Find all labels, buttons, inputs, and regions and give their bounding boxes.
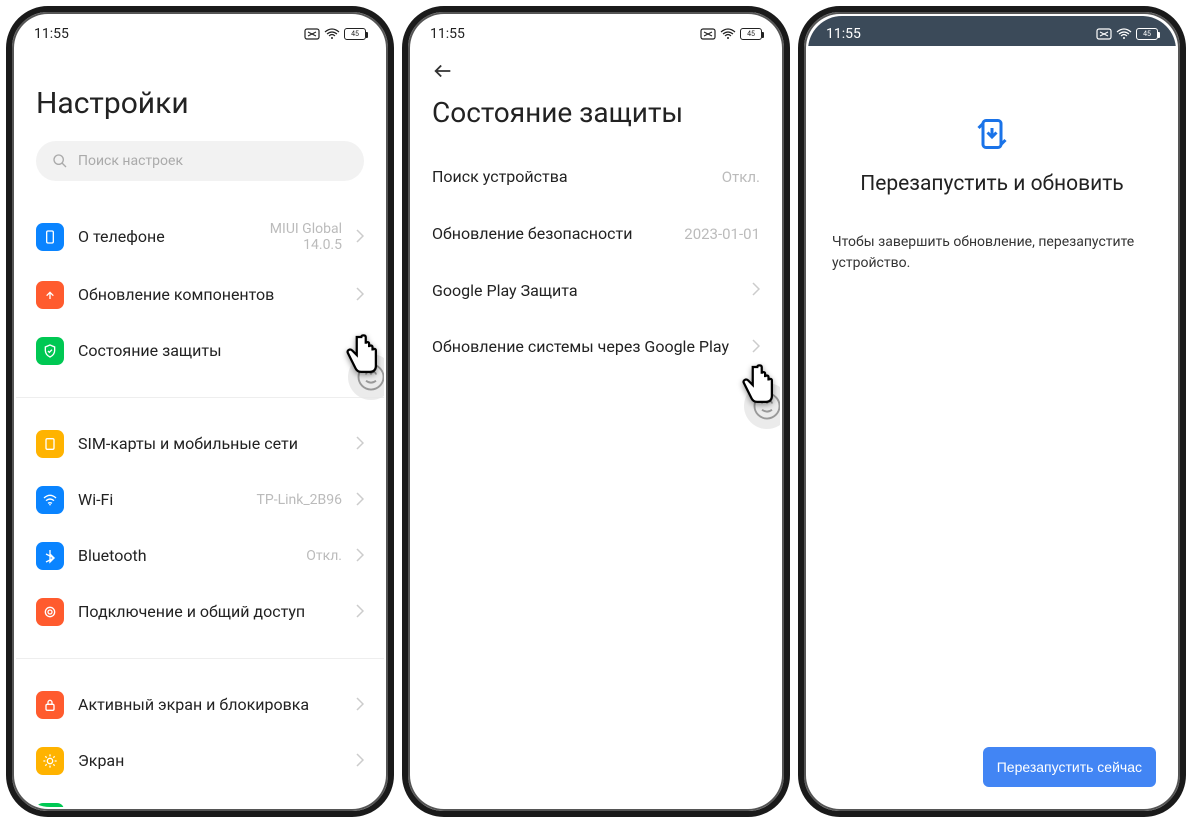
sun-icon	[36, 747, 64, 775]
divider	[16, 658, 384, 659]
battery-icon: 45	[344, 28, 366, 40]
item-about-phone[interactable]: О телефоне MIUI Global 14.0.5	[36, 207, 364, 267]
bluetooth-icon	[36, 542, 64, 570]
clock: 11:55	[34, 26, 69, 42]
divider	[16, 397, 384, 398]
item-label: SIM-карты и мобильные сети	[78, 434, 342, 453]
row-label: Поиск устройства	[432, 167, 722, 188]
row-play-protect[interactable]: Google Play Защита	[432, 263, 760, 320]
item-bluetooth[interactable]: Bluetooth Откл.	[36, 528, 364, 584]
wifi-icon	[324, 28, 340, 40]
phone-frame-3: 11:55 45 Перезапустить и обновить Чтобы …	[798, 6, 1186, 817]
item-value: MIUI Global 14.0.5	[270, 221, 342, 253]
search-placeholder: Поиск настроек	[78, 153, 183, 169]
battery-icon: 45	[1136, 28, 1158, 40]
chevron-right-icon	[752, 338, 760, 357]
clock: 11:55	[430, 26, 465, 42]
item-label: О телефоне	[78, 227, 256, 246]
lock-icon	[36, 691, 64, 719]
page-title: Настройки	[36, 46, 364, 141]
item-label: Wi-Fi	[78, 490, 243, 509]
status-bar: 11:55 45	[808, 16, 1176, 46]
chevron-right-icon	[356, 228, 364, 247]
shield-icon	[36, 337, 64, 365]
item-label: Активный экран и блокировка	[78, 695, 342, 714]
item-lockscreen[interactable]: Активный экран и блокировка	[36, 677, 364, 733]
item-value: Откл.	[306, 548, 342, 564]
row-label: Обновление системы через Google Play	[432, 337, 752, 358]
chevron-right-icon	[356, 491, 364, 510]
item-value: TP-Link_2B96	[257, 492, 342, 508]
item-label: Экран	[78, 751, 342, 770]
item-security-status[interactable]: Состояние защиты	[36, 323, 364, 379]
item-components-update[interactable]: Обновление компонентов	[36, 267, 364, 323]
item-display[interactable]: Экран	[36, 733, 364, 789]
row-security-update[interactable]: Обновление безопасности 2023-01-01	[432, 206, 760, 263]
chevron-right-icon	[356, 435, 364, 454]
share-icon	[36, 598, 64, 626]
row-system-update[interactable]: Обновление системы через Google Play	[432, 319, 760, 376]
status-icons: 45	[700, 28, 762, 40]
phone-icon	[36, 223, 64, 251]
status-icons: 45	[304, 28, 366, 40]
status-icons: 45	[1096, 28, 1158, 40]
item-wifi[interactable]: Wi-Fi TP-Link_2B96	[36, 472, 364, 528]
phone-frame-1: 11:55 45 Настройки Поиск настроек О теле…	[6, 6, 394, 817]
item-label: Обновление компонентов	[78, 285, 342, 304]
item-connection-share[interactable]: Подключение и общий доступ	[36, 584, 364, 640]
wifi-icon	[1116, 28, 1132, 40]
cast-icon	[1096, 28, 1112, 40]
cast-icon	[700, 28, 716, 40]
item-sound[interactable]: Звук и вибрация	[36, 789, 364, 807]
row-label: Google Play Защита	[432, 281, 752, 302]
dialog-title: Перезапустить и обновить	[832, 172, 1152, 196]
search-input[interactable]: Поиск настроек	[36, 141, 364, 181]
search-icon	[52, 153, 68, 169]
chevron-right-icon	[356, 752, 364, 771]
chevron-right-icon	[356, 547, 364, 566]
phone-frame-2: 11:55 45 Состояние защиты Поиск устройст…	[402, 6, 790, 817]
page-title: Состояние защиты	[432, 92, 760, 149]
wifi-icon	[720, 28, 736, 40]
chevron-right-icon	[356, 696, 364, 715]
row-label: Обновление безопасности	[432, 224, 684, 245]
restart-now-button[interactable]: Перезапустить сейчас	[983, 747, 1156, 787]
chevron-right-icon	[356, 603, 364, 622]
status-bar: 11:55 45	[412, 16, 780, 46]
item-label: Bluetooth	[78, 546, 292, 565]
row-value: 2023-01-01	[684, 225, 760, 243]
clock: 11:55	[826, 26, 861, 42]
status-bar: 11:55 45	[16, 16, 384, 46]
item-label: Подключение и общий доступ	[78, 602, 342, 621]
dialog-description: Чтобы завершить обновление, перезапустит…	[832, 232, 1152, 274]
speaker-icon	[36, 803, 64, 807]
row-value: Откл.	[722, 168, 760, 186]
cast-icon	[304, 28, 320, 40]
sim-icon	[36, 430, 64, 458]
arrow-left-icon	[432, 60, 454, 82]
update-icon	[832, 46, 1152, 172]
row-find-device[interactable]: Поиск устройства Откл.	[432, 149, 760, 206]
back-button[interactable]	[432, 46, 760, 92]
chevron-right-icon	[356, 286, 364, 305]
battery-icon: 45	[740, 28, 762, 40]
item-label: Состояние защиты	[78, 341, 364, 360]
upload-icon	[36, 281, 64, 309]
chevron-right-icon	[752, 281, 760, 300]
item-sim[interactable]: SIM-карты и мобильные сети	[36, 416, 364, 472]
watermark-icon	[744, 383, 780, 429]
wifi-icon	[36, 486, 64, 514]
